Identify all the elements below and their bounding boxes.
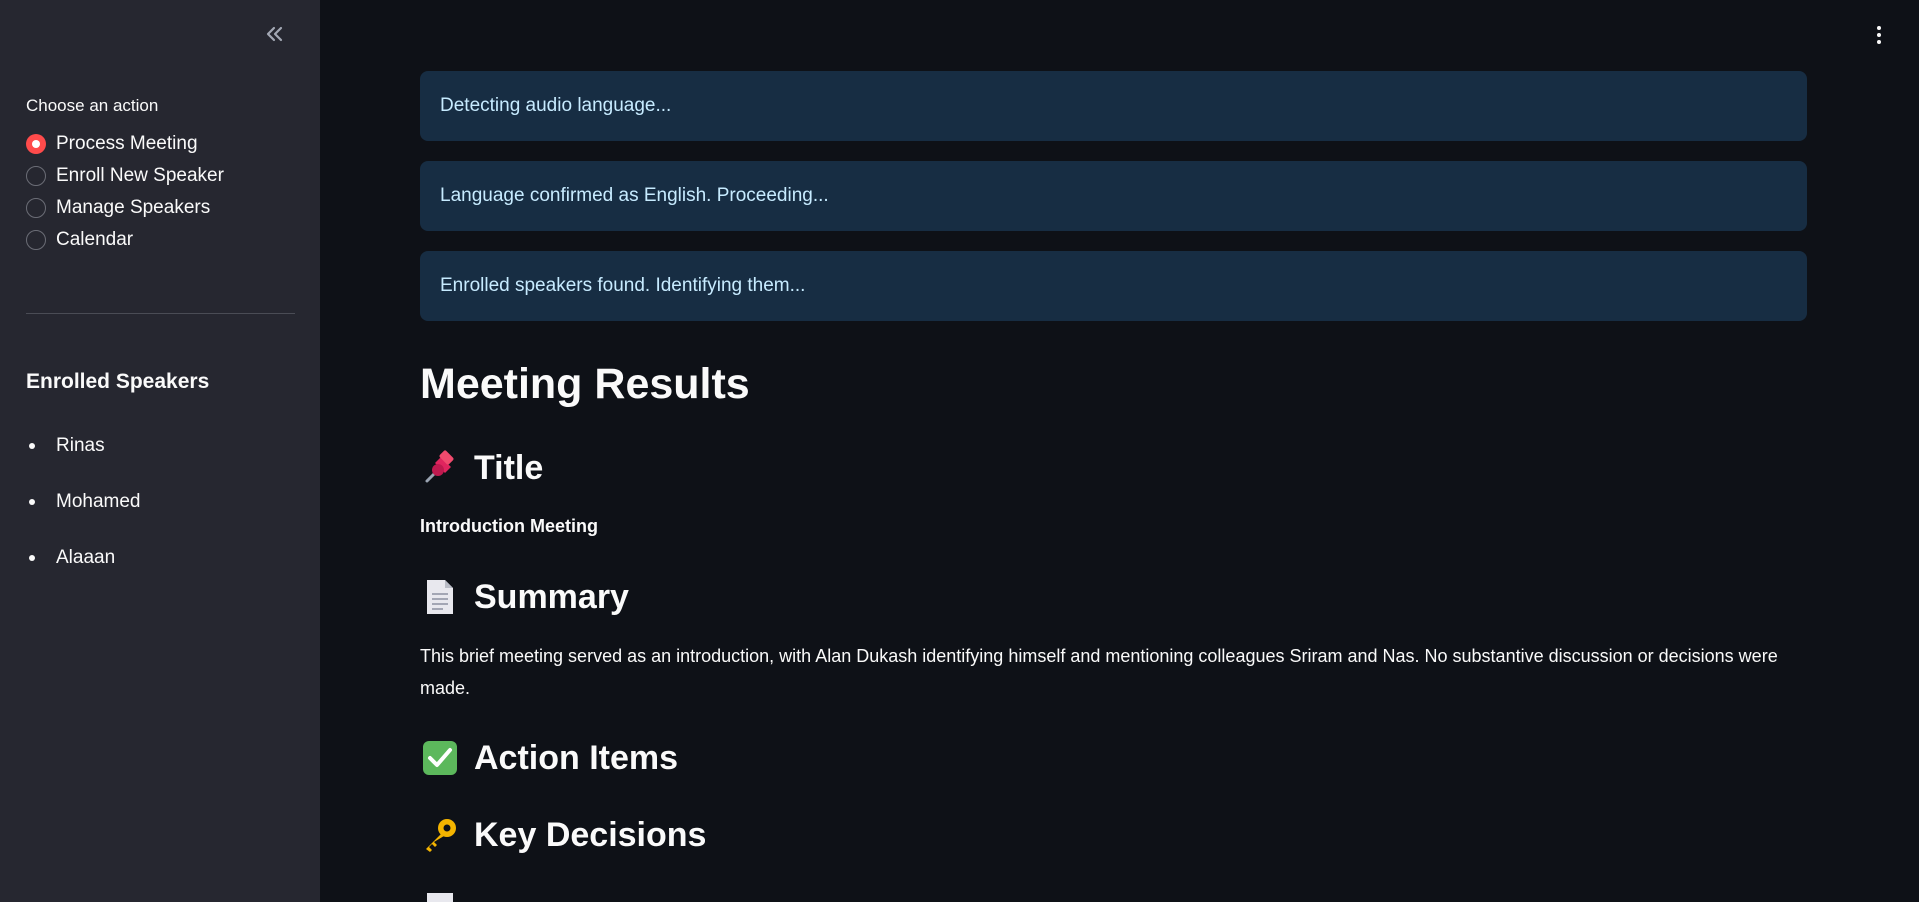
kebab-dot — [1877, 40, 1881, 44]
meeting-title-value: Introduction Meeting — [420, 516, 598, 536]
speaker-item: Alaaan — [26, 530, 141, 586]
speaker-item: Rinas — [26, 418, 141, 474]
kebab-dot — [1877, 26, 1881, 30]
speaker-item: Mohamed — [26, 474, 141, 530]
bullet-icon — [29, 499, 35, 505]
radio-circle — [26, 198, 46, 218]
bullet-icon — [29, 443, 35, 449]
title-section-heading: Title — [420, 448, 543, 488]
next-section-heading-partial — [420, 890, 474, 902]
radio-enroll-new-speaker[interactable]: Enroll New Speaker — [26, 160, 224, 192]
radio-calendar[interactable]: Calendar — [26, 224, 224, 256]
action-items-section-heading: Action Items — [420, 738, 678, 778]
section-key-decisions-text: Key Decisions — [474, 815, 707, 854]
bullet-icon — [29, 555, 35, 561]
section-action-items-text: Action Items — [474, 738, 679, 777]
key-icon — [420, 815, 460, 855]
double-chevron-left-icon — [266, 26, 283, 42]
key-decisions-section-heading: Key Decisions — [420, 815, 706, 855]
radio-circle-checked — [26, 134, 46, 154]
summary-paragraph: This brief meeting served as an introduc… — [420, 646, 1778, 698]
document-icon — [420, 890, 460, 902]
kebab-dot — [1877, 33, 1881, 37]
speaker-name: Alaaan — [56, 547, 116, 568]
main-menu-button[interactable] — [1867, 20, 1891, 50]
info-alert: Detecting audio language... — [420, 71, 1807, 141]
section-summary-text: Summary — [474, 577, 629, 616]
sidebar-divider — [26, 313, 295, 314]
speaker-name: Rinas — [56, 435, 105, 456]
action-radio-label: Choose an action — [26, 96, 159, 115]
radio-manage-speakers[interactable]: Manage Speakers — [26, 192, 224, 224]
page-title: Meeting Results — [420, 360, 750, 408]
action-radio-group: Process Meeting Enroll New Speaker Manag… — [26, 128, 224, 256]
enrolled-speakers-list: Rinas Mohamed Alaaan — [26, 418, 141, 586]
radio-option-label: Manage Speakers — [56, 197, 211, 218]
status-alerts: Detecting audio language... Language con… — [420, 71, 1807, 341]
enrolled-speakers-heading: Enrolled Speakers — [26, 370, 210, 393]
radio-process-meeting[interactable]: Process Meeting — [26, 128, 224, 160]
check-mark-button-icon — [420, 738, 460, 778]
info-alert: Enrolled speakers found. Identifying the… — [420, 251, 1807, 321]
collapse-sidebar-button[interactable] — [258, 20, 292, 48]
app-window: Choose an action Process Meeting Enroll … — [0, 0, 1919, 902]
summary-section-heading: Summary — [420, 577, 629, 617]
radio-circle — [26, 166, 46, 186]
info-alert: Language confirmed as English. Proceedin… — [420, 161, 1807, 231]
speaker-name: Mohamed — [56, 491, 141, 512]
main-content: Detecting audio language... Language con… — [320, 0, 1919, 902]
radio-option-label: Process Meeting — [56, 133, 198, 154]
pushpin-icon — [420, 448, 460, 488]
radio-circle — [26, 230, 46, 250]
radio-option-label: Enroll New Speaker — [56, 165, 224, 186]
section-title-text: Title — [474, 448, 544, 487]
radio-option-label: Calendar — [56, 229, 134, 250]
document-icon — [420, 577, 460, 617]
sidebar: Choose an action Process Meeting Enroll … — [0, 0, 320, 902]
